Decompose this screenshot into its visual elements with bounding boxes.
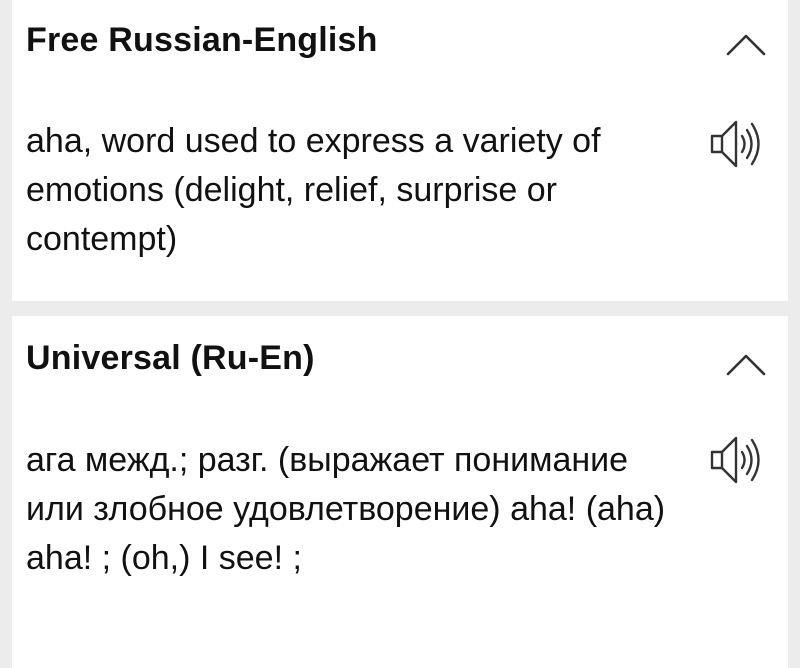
- dictionary-card-free-russian-english: Free Russian-English aha, word used to e…: [12, 0, 788, 301]
- dictionary-title: Free Russian-English: [26, 21, 378, 59]
- dictionary-card-universal-ru-en: Universal (Ru-En) ага межд.; разг. (выра…: [12, 316, 788, 668]
- definition-text: aha, word used to express a variety of e…: [26, 122, 601, 258]
- speaker-icon: [710, 120, 760, 168]
- speaker-icon: [710, 436, 760, 484]
- dictionary-title: Universal (Ru-En): [26, 339, 315, 377]
- collapse-button[interactable]: [718, 338, 774, 382]
- definition-text: ага межд.; разг. (выражает понимание или…: [26, 441, 666, 577]
- chevron-up-icon: [726, 34, 766, 56]
- play-audio-button[interactable]: [702, 428, 766, 492]
- play-audio-button[interactable]: [702, 112, 766, 176]
- collapse-button[interactable]: [718, 18, 774, 62]
- chevron-up-icon: [726, 354, 766, 376]
